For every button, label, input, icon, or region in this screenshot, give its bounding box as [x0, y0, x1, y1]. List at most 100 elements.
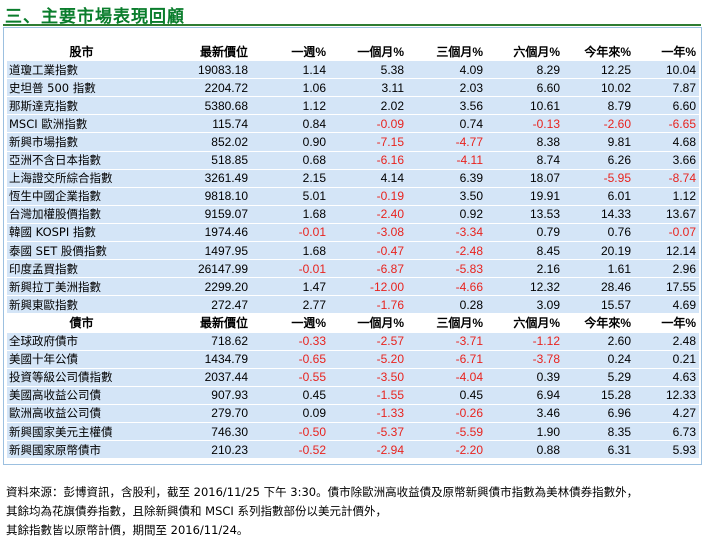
- stock-row-value: 518.85: [157, 151, 251, 170]
- bond-header-col: 一個月%: [329, 313, 407, 333]
- stock-table-row: 新興東歐指數 272.47 2.77 -1.76 0.28 3.09 15.57 4.69: [7, 295, 699, 315]
- stock-row-value: 5.01: [251, 187, 329, 206]
- bond-row-value: -6.71: [407, 350, 486, 369]
- stock-row-value: -6.65: [634, 114, 699, 134]
- bond-table-row: 美國高收益公司債 907.93 0.45 -1.55 0.45 6.94 15.28 12.3…: [7, 386, 699, 405]
- bond-row-value: -1.12: [486, 332, 563, 351]
- stock-row-value: 2.02: [329, 96, 407, 116]
- bond-row-name: 美國高收益公司債: [7, 386, 157, 405]
- stock-header-col: 一年%: [634, 43, 699, 62]
- bond-row-value: -3.50: [329, 368, 407, 387]
- stock-row-value: 1.68: [251, 205, 329, 224]
- stock-header-col: 六個月%: [486, 43, 563, 62]
- stock-row-value: 13.67: [634, 205, 699, 224]
- stock-row-value: -12.00: [329, 277, 407, 297]
- bond-row-value: 0.09: [251, 404, 329, 423]
- stock-row-value: 2204.72: [157, 78, 251, 98]
- stock-row-value: 10.61: [486, 96, 563, 116]
- stock-header-name: 股市: [7, 43, 157, 62]
- stock-header-col: 最新價位: [157, 43, 251, 62]
- stock-row-value: 20.19: [563, 241, 634, 261]
- bond-row-value: 0.39: [486, 368, 563, 387]
- stock-row-value: 1974.46: [157, 223, 251, 243]
- stock-row-value: -0.13: [486, 114, 563, 134]
- stock-row-value: 0.92: [407, 205, 486, 224]
- stock-row-value: 6.39: [407, 169, 486, 188]
- bond-row-value: 1434.79: [157, 350, 251, 369]
- stock-row-name: 恆生中國企業指數: [7, 187, 157, 206]
- bond-row-value: 0.45: [407, 386, 486, 405]
- bond-row-value: -5.20: [329, 350, 407, 369]
- bond-table-row: 歐洲高收益公司債 279.70 0.09 -1.33 -0.26 3.46 6.96 4.27: [7, 404, 699, 423]
- bond-row-value: -3.78: [486, 350, 563, 369]
- stock-row-value: 1.14: [251, 60, 329, 80]
- stock-row-value: -2.60: [563, 114, 634, 134]
- bond-row-value: -5.37: [329, 422, 407, 442]
- bond-row-value: -3.71: [407, 332, 486, 351]
- stock-header-col: 一週%: [251, 43, 329, 62]
- bond-row-value: -0.52: [251, 440, 329, 460]
- stock-row-value: 14.33: [563, 205, 634, 224]
- stock-row-value: 3261.49: [157, 169, 251, 188]
- stock-table-row: 台灣加權股價指數 9159.07 1.68 -2.40 0.92 13.53 14.33 13…: [7, 205, 699, 224]
- stock-row-name: MSCI 歐洲指數: [7, 114, 157, 134]
- bond-row-value: -0.26: [407, 404, 486, 423]
- stock-row-value: 9.81: [563, 132, 634, 152]
- stock-row-value: 12.25: [563, 60, 634, 80]
- bond-row-value: -0.50: [251, 422, 329, 442]
- bond-row-value: 1.90: [486, 422, 563, 442]
- stock-row-value: -0.07: [634, 223, 699, 243]
- bond-row-name: 歐洲高收益公司債: [7, 404, 157, 423]
- stock-row-value: 19083.18: [157, 60, 251, 80]
- stock-row-value: 852.02: [157, 132, 251, 152]
- stock-row-value: 3.56: [407, 96, 486, 116]
- stock-row-value: 15.57: [563, 295, 634, 315]
- bond-row-value: 6.94: [486, 386, 563, 405]
- bond-row-value: 3.46: [486, 404, 563, 423]
- stock-row-name: 印度孟買指數: [7, 259, 157, 279]
- stock-row-value: 3.11: [329, 78, 407, 98]
- stock-header-col: 一個月%: [329, 43, 407, 62]
- stock-row-value: 12.32: [486, 277, 563, 297]
- stock-row-value: 12.14: [634, 241, 699, 261]
- bond-row-value: 4.27: [634, 404, 699, 423]
- stock-row-value: -4.77: [407, 132, 486, 152]
- stock-row-value: 10.04: [634, 60, 699, 80]
- stock-row-value: -2.48: [407, 241, 486, 261]
- bond-row-value: 8.35: [563, 422, 634, 442]
- stock-row-value: 2.96: [634, 259, 699, 279]
- stock-row-name: 新興拉丁美洲指數: [7, 277, 157, 297]
- bond-header-col: 一週%: [251, 313, 329, 333]
- stock-row-value: 18.07: [486, 169, 563, 188]
- stock-table-row: MSCI 歐洲指數 115.74 0.84 -0.09 0.74 -0.13 -2.60 -6…: [7, 114, 699, 134]
- stock-row-value: 10.02: [563, 78, 634, 98]
- bond-row-value: 2.48: [634, 332, 699, 351]
- stock-row-value: -2.40: [329, 205, 407, 224]
- bond-header-col: 一年%: [634, 313, 699, 333]
- bond-row-value: 5.29: [563, 368, 634, 387]
- stock-table-row: 韓國 KOSPI 指數 1974.46 -0.01 -3.08 -3.34 0.79 0.7…: [7, 223, 699, 243]
- bond-row-value: 279.70: [157, 404, 251, 423]
- bond-table-row: 全球政府債市 718.62 -0.33 -2.57 -3.71 -1.12 2.60 2.48: [7, 332, 699, 351]
- stock-row-value: 28.46: [563, 277, 634, 297]
- stock-row-value: -0.19: [329, 187, 407, 206]
- stock-row-value: 2.77: [251, 295, 329, 315]
- stock-row-value: 1.12: [251, 96, 329, 116]
- stock-table-row: 史坦普 500 指數 2204.72 1.06 3.11 2.03 6.60 10.02 7.…: [7, 78, 699, 98]
- source-note-line-1: 資料來源：彭博資訊，含股利，截至 2016/11/25 下午 3:30。債市除歐…: [6, 485, 639, 499]
- stock-row-value: -0.47: [329, 241, 407, 261]
- bond-row-value: 210.23: [157, 440, 251, 460]
- stock-row-value: 0.84: [251, 114, 329, 134]
- bond-header-col: 最新價位: [157, 313, 251, 333]
- stock-row-name: 韓國 KOSPI 指數: [7, 223, 157, 243]
- stock-row-value: 6.26: [563, 151, 634, 170]
- stock-row-value: -5.83: [407, 259, 486, 279]
- bond-row-value: 5.93: [634, 440, 699, 460]
- stock-row-value: 26147.99: [157, 259, 251, 279]
- bond-row-value: 0.21: [634, 350, 699, 369]
- stock-table-row: 亞洲不含日本指數 518.85 0.68 -6.16 -4.11 8.74 6.26 3.66: [7, 151, 699, 170]
- bond-table-row: 新興國家原幣債市 210.23 -0.52 -2.94 -2.20 0.88 6.31 5.9…: [7, 440, 699, 460]
- stock-row-value: 8.74: [486, 151, 563, 170]
- bond-row-value: -0.55: [251, 368, 329, 387]
- stock-table-row: 道瓊工業指數 19083.18 1.14 5.38 4.09 8.29 12.25 10.04: [7, 60, 699, 80]
